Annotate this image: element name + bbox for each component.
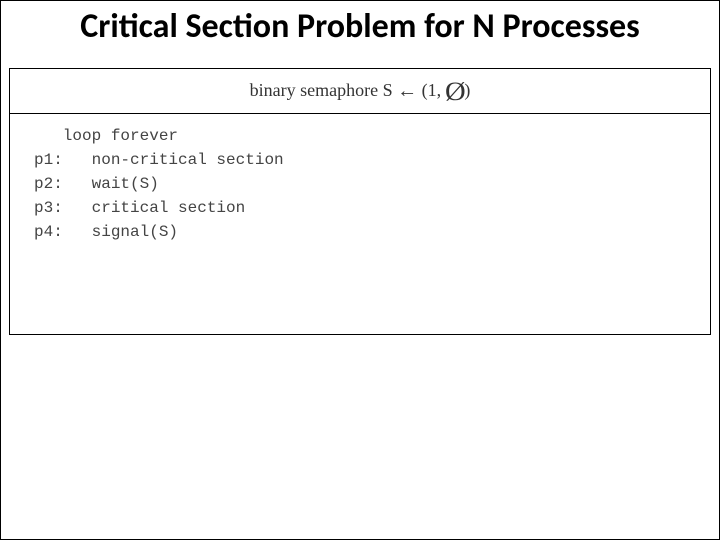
decl-prefix: binary semaphore S	[250, 80, 397, 100]
algorithm-body: loop forever p1: non-critical section p2…	[10, 114, 710, 334]
code-line-p1: p1: non-critical section	[34, 148, 702, 172]
semaphore-declaration: binary semaphore S ← (1, Ø)	[10, 69, 710, 114]
code-line-p4: p4: signal(S)	[34, 220, 702, 244]
code-line-loop: loop forever	[34, 124, 702, 148]
code-line-p2: p2: wait(S)	[34, 172, 702, 196]
slide-title: Critical Section Problem for N Processes	[1, 7, 719, 62]
slide-container: Critical Section Problem for N Processes…	[0, 0, 720, 540]
decl-open: (1,	[417, 80, 446, 100]
code-line-p3: p3: critical section	[34, 196, 702, 220]
algorithm-figure: binary semaphore S ← (1, Ø) loop forever…	[9, 68, 711, 335]
empty-set-icon: Ø	[445, 77, 466, 107]
arrow-icon: ←	[397, 80, 417, 102]
